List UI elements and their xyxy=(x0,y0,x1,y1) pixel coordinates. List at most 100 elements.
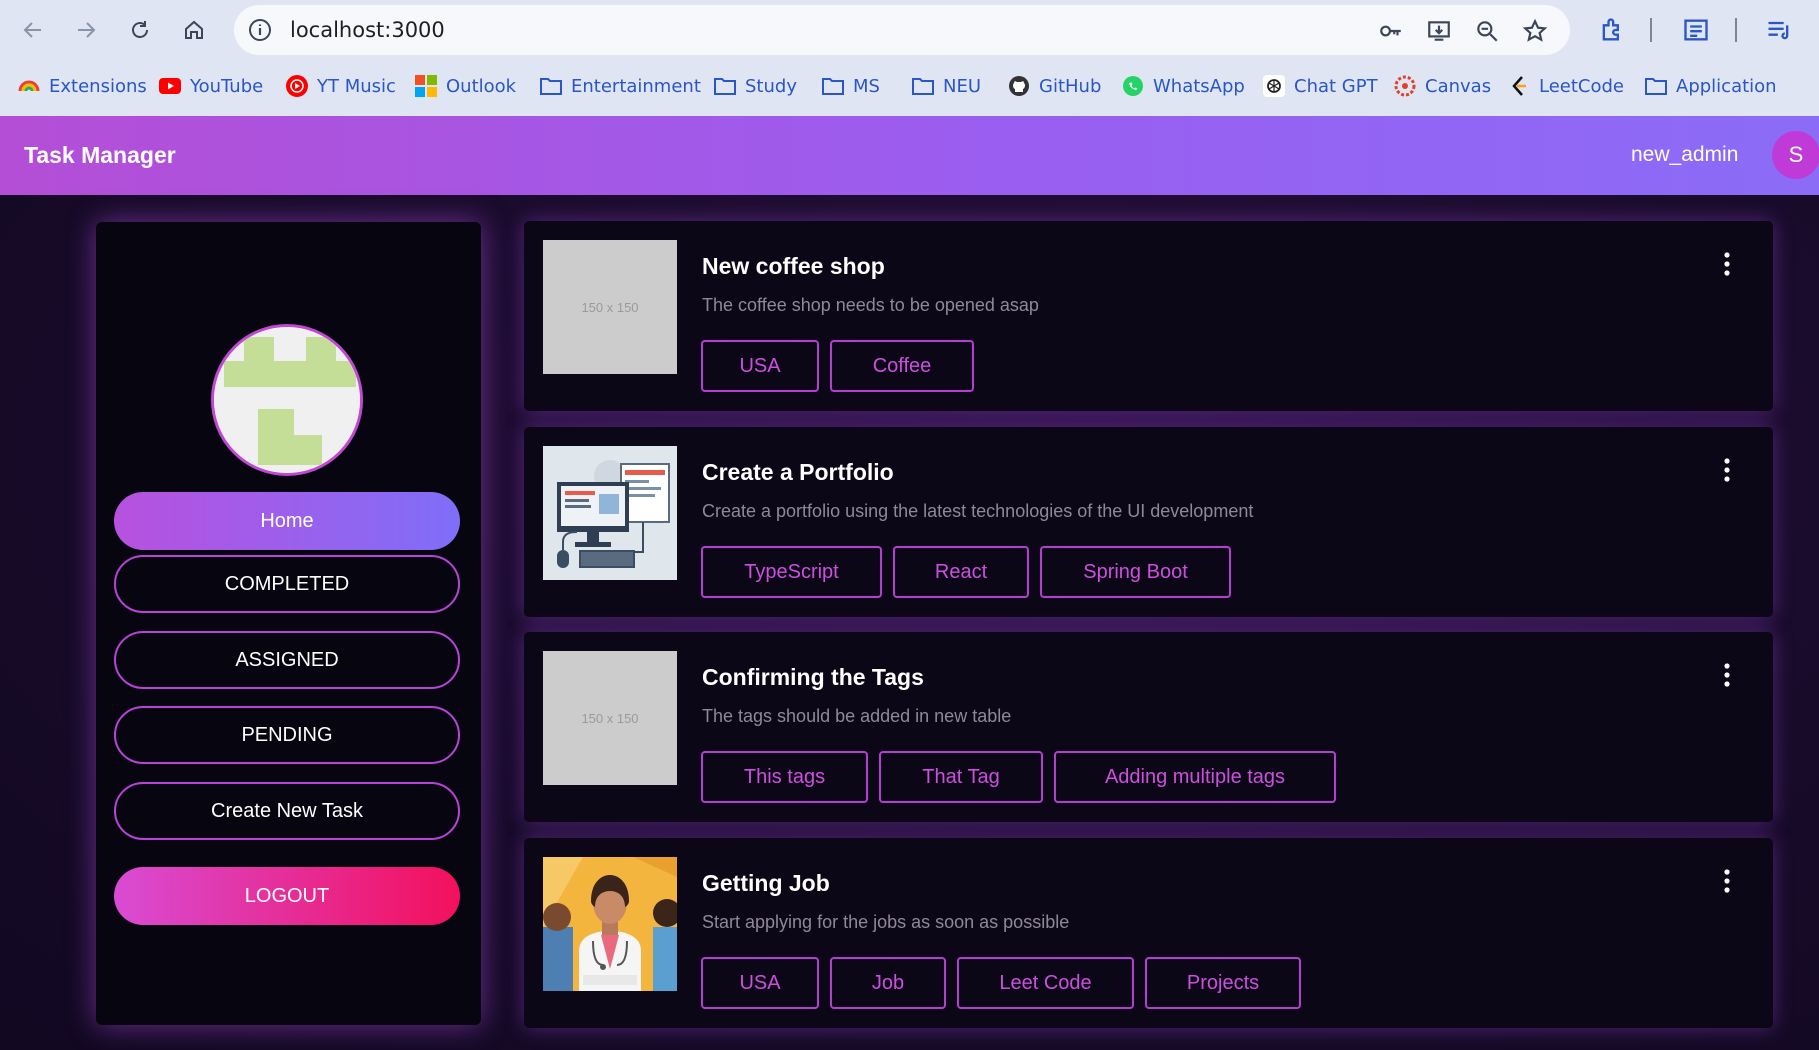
folder-icon xyxy=(822,75,844,97)
task-image-doctor xyxy=(543,857,677,991)
home-button[interactable]: Home xyxy=(114,492,460,550)
bookmark-whatsapp[interactable]: WhatsApp xyxy=(1122,70,1245,102)
task-title: Getting Job xyxy=(702,870,830,896)
leetcode-icon xyxy=(1508,75,1530,97)
tag-chip[interactable]: Leet Code xyxy=(957,957,1134,1009)
bookmark-chatgpt[interactable]: Chat GPT xyxy=(1263,70,1378,102)
tag-chip[interactable]: Job xyxy=(830,957,946,1009)
media-queue-icon[interactable] xyxy=(1765,16,1793,44)
task-title: Create a Portfolio xyxy=(702,459,894,485)
bookmark-label: NEU xyxy=(943,75,982,97)
user-avatar[interactable]: S xyxy=(1772,131,1819,179)
task-description: The coffee shop needs to be opened asap xyxy=(702,295,1039,315)
reading-list-icon[interactable] xyxy=(1682,16,1710,44)
rainbow-icon xyxy=(18,75,40,97)
address-bar[interactable]: localhost:3000 xyxy=(234,5,1570,55)
bookmark-label: Entertainment xyxy=(571,75,701,97)
canvas-icon xyxy=(1394,75,1416,97)
url-text[interactable]: localhost:3000 xyxy=(290,18,445,42)
task-card[interactable]: 150 x 150 Confirming the Tags The tags s… xyxy=(524,632,1773,822)
bookmark-extensions[interactable]: Extensions xyxy=(18,70,147,102)
more-vert-icon[interactable] xyxy=(1720,251,1734,277)
computer-illustration-image xyxy=(543,446,677,580)
toolbar-separator xyxy=(1650,18,1652,42)
profile-avatar xyxy=(211,324,363,476)
task-card[interactable]: 150 x 150 New coffee shop The coffee sho… xyxy=(524,221,1773,411)
app-title[interactable]: Task Manager xyxy=(24,142,176,169)
task-card[interactable]: Getting Job Start applying for the jobs … xyxy=(524,838,1773,1028)
tag-chip[interactable]: USA xyxy=(701,340,819,392)
bookmark-leetcode[interactable]: LeetCode xyxy=(1508,70,1624,102)
bookmark-github[interactable]: GitHub xyxy=(1008,70,1101,102)
bookmark-star-icon[interactable] xyxy=(1522,18,1548,44)
forward-button[interactable] xyxy=(68,12,104,48)
bookmark-label: LeetCode xyxy=(1539,75,1624,97)
task-description: The tags should be added in new table xyxy=(702,706,1012,726)
more-vert-icon[interactable] xyxy=(1720,457,1734,483)
tag-chip[interactable]: TypeScript xyxy=(701,546,882,598)
bookmark-label: Outlook xyxy=(446,75,517,97)
identicon-image xyxy=(214,327,360,473)
logout-button[interactable]: LOGOUT xyxy=(114,867,460,925)
zoom-icon[interactable] xyxy=(1474,18,1500,44)
task-card[interactable]: Create a Portfolio Create a portfolio us… xyxy=(524,427,1773,617)
tag-chip[interactable]: Projects xyxy=(1145,957,1301,1009)
site-info-icon[interactable] xyxy=(248,18,272,42)
more-vert-icon[interactable] xyxy=(1720,662,1734,688)
doctor-illustration-image xyxy=(543,857,677,991)
task-image-placeholder: 150 x 150 xyxy=(543,651,677,785)
main-content: Home COMPLETED ASSIGNED PENDING Create N… xyxy=(0,195,1819,1050)
tag-list: TypeScript React Spring Boot xyxy=(701,546,1231,598)
bookmark-label: YT Music xyxy=(317,75,396,97)
bookmark-study[interactable]: Study xyxy=(714,70,797,102)
key-icon[interactable] xyxy=(1378,18,1404,44)
forward-arrow-icon xyxy=(78,22,96,38)
tag-chip[interactable]: Coffee xyxy=(830,340,974,392)
bookmark-outlook[interactable]: Outlook xyxy=(415,70,516,102)
bookmark-entertainment[interactable]: Entertainment xyxy=(540,70,701,102)
back-button[interactable] xyxy=(15,12,51,48)
tag-chip[interactable]: Adding multiple tags xyxy=(1054,751,1336,803)
bookmark-label: Study xyxy=(745,75,797,97)
bookmark-ms[interactable]: MS xyxy=(822,70,880,102)
bookmark-label: Extensions xyxy=(49,75,147,97)
tag-chip[interactable]: USA xyxy=(701,957,819,1009)
back-arrow-icon xyxy=(23,22,41,38)
tag-chip[interactable]: This tags xyxy=(701,751,868,803)
folder-icon xyxy=(714,75,736,97)
completed-button[interactable]: COMPLETED xyxy=(114,555,460,613)
home-nav-button[interactable] xyxy=(176,12,212,48)
toolbar-separator xyxy=(1735,18,1737,42)
assigned-button[interactable]: ASSIGNED xyxy=(114,631,460,689)
app-header: Task Manager new_admin S xyxy=(0,116,1819,195)
bookmark-label: MS xyxy=(853,75,880,97)
bookmark-label: WhatsApp xyxy=(1153,75,1245,97)
install-app-icon[interactable] xyxy=(1426,18,1452,44)
extensions-puzzle-icon[interactable] xyxy=(1598,16,1626,44)
tag-chip[interactable]: React xyxy=(893,546,1029,598)
create-task-button[interactable]: Create New Task xyxy=(114,782,460,840)
bookmark-neu[interactable]: NEU xyxy=(912,70,981,102)
folder-icon xyxy=(912,75,934,97)
bookmark-youtube[interactable]: YouTube xyxy=(159,70,263,102)
bookmark-application[interactable]: Application xyxy=(1645,70,1777,102)
reload-button[interactable] xyxy=(122,12,158,48)
bookmark-canvas[interactable]: Canvas xyxy=(1394,70,1491,102)
username-label: new_admin xyxy=(1631,143,1739,166)
tag-chip[interactable]: That Tag xyxy=(879,751,1043,803)
microsoft-icon xyxy=(415,75,437,97)
bookmark-label: Chat GPT xyxy=(1294,75,1378,97)
more-vert-icon[interactable] xyxy=(1720,868,1734,894)
sidebar: Home COMPLETED ASSIGNED PENDING Create N… xyxy=(96,222,481,1025)
task-title: Confirming the Tags xyxy=(702,664,924,690)
bookmark-label: YouTube xyxy=(190,75,264,97)
youtube-icon xyxy=(159,75,181,97)
bookmark-yt-music[interactable]: YT Music xyxy=(286,70,396,102)
task-description: Start applying for the jobs as soon as p… xyxy=(702,912,1070,932)
pending-button[interactable]: PENDING xyxy=(114,706,460,764)
folder-icon xyxy=(1645,75,1667,97)
whatsapp-icon xyxy=(1122,75,1144,97)
tag-list: USA Coffee xyxy=(701,340,974,392)
tag-chip[interactable]: Spring Boot xyxy=(1040,546,1231,598)
placeholder-text: 150 x 150 xyxy=(581,710,639,726)
